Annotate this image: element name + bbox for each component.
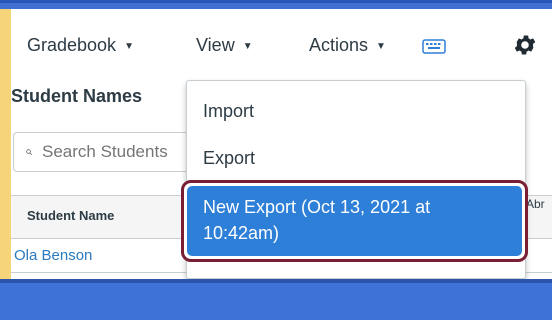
student-names-label: Student Names: [11, 86, 143, 106]
gradebook-menu-label: Gradebook: [27, 35, 117, 55]
caret-down-icon: ▼: [124, 40, 134, 52]
actions-menu[interactable]: Actions ▼: [309, 35, 386, 56]
view-menu[interactable]: View ▼: [196, 35, 253, 56]
frame-top-bar-edge: [0, 0, 552, 3]
menu-item-import[interactable]: Import: [203, 101, 254, 122]
caret-down-icon: ▼: [242, 40, 253, 52]
search-field[interactable]: [13, 132, 213, 172]
column-header-abr[interactable]: Abr: [526, 197, 545, 211]
actions-menu-label: Actions: [309, 35, 369, 55]
frame-left-strip: [0, 0, 11, 320]
menu-item-new-export[interactable]: New Export (Oct 13, 2021 at 10:42am): [203, 194, 503, 246]
search-icon: [26, 149, 32, 155]
gear-icon[interactable]: [512, 32, 538, 58]
frame-bottom-bar-edge: [0, 279, 552, 283]
gradebook-menu[interactable]: Gradebook ▼: [27, 35, 134, 56]
view-menu-label: View: [196, 35, 235, 55]
student-name-link[interactable]: Ola Benson: [14, 247, 92, 264]
frame-top-bar: [0, 0, 552, 9]
menu-item-export[interactable]: Export: [203, 148, 255, 169]
caret-down-icon: ▼: [376, 40, 386, 52]
gradebook-app: Gradebook ▼ View ▼ Actions ▼ Student Nam…: [11, 9, 552, 279]
keyboard-icon[interactable]: [422, 37, 446, 55]
column-header-student-name[interactable]: Student Name: [27, 208, 114, 223]
frame-bottom-bar: [0, 279, 552, 320]
